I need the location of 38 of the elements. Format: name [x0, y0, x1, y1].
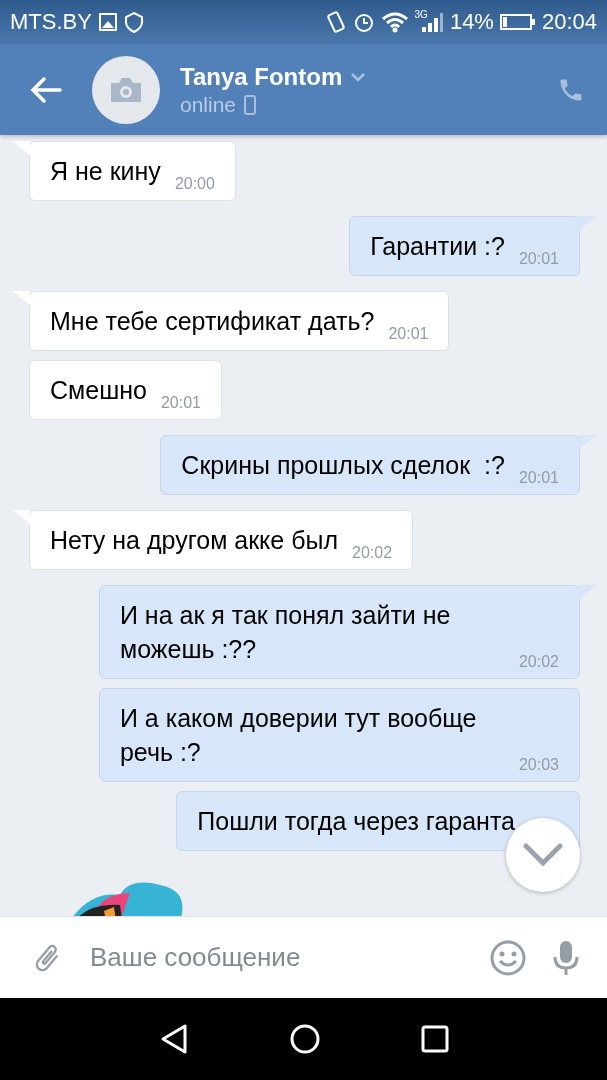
battery-percent: 14% — [449, 9, 494, 35]
message-time: 20:02 — [518, 652, 559, 672]
message-text: Нету на другом акке был — [50, 525, 339, 556]
message-time: 20:01 — [160, 393, 201, 413]
camera-icon — [109, 75, 143, 104]
message-text: Мне тебе сертификат дать? — [50, 306, 375, 337]
recent-apps-icon[interactable] — [420, 1025, 449, 1053]
message-time: 20:01 — [518, 468, 559, 488]
microphone-icon[interactable] — [551, 938, 581, 977]
alarm-icon — [352, 11, 375, 33]
message-text: И на ак я так понял зайти не можешь :?? — [119, 600, 452, 665]
contact-name[interactable]: Tanya Fontom — [180, 62, 343, 91]
battery-icon — [499, 12, 536, 32]
message-text: Скрины прошлых сделок :? — [181, 450, 505, 481]
clock-time: 20:04 — [541, 9, 597, 35]
mobile-phone-icon — [244, 94, 257, 115]
chevron-down-icon[interactable] — [523, 843, 563, 867]
chevron-down-icon[interactable] — [350, 71, 367, 82]
vibrate-icon — [324, 10, 347, 34]
message-text: Я не кину — [50, 156, 161, 187]
wifi-icon — [380, 11, 409, 33]
shield-icon — [123, 11, 144, 33]
online-status: online — [180, 92, 237, 117]
back-arrow-icon[interactable] — [30, 75, 62, 104]
image-icon — [97, 12, 118, 32]
home-icon[interactable] — [288, 1023, 321, 1055]
message-time: 20:03 — [518, 755, 559, 775]
message-text: Гарантии :? — [370, 231, 505, 262]
network-type: 3G — [414, 8, 428, 20]
message-time: 20:01 — [518, 249, 559, 269]
message-text: И а каком доверии тут вообще речь :? — [119, 703, 478, 768]
message-time: 20:01 — [388, 324, 429, 344]
smiley-icon[interactable] — [489, 938, 527, 977]
carrier-name: MTS.BY — [10, 9, 92, 35]
message-time: 20:00 — [174, 174, 215, 194]
message-text: Пошли тогда через гаранта — [197, 806, 515, 837]
message-text: Смешно — [50, 375, 147, 406]
message-time: 20:02 — [352, 543, 393, 563]
